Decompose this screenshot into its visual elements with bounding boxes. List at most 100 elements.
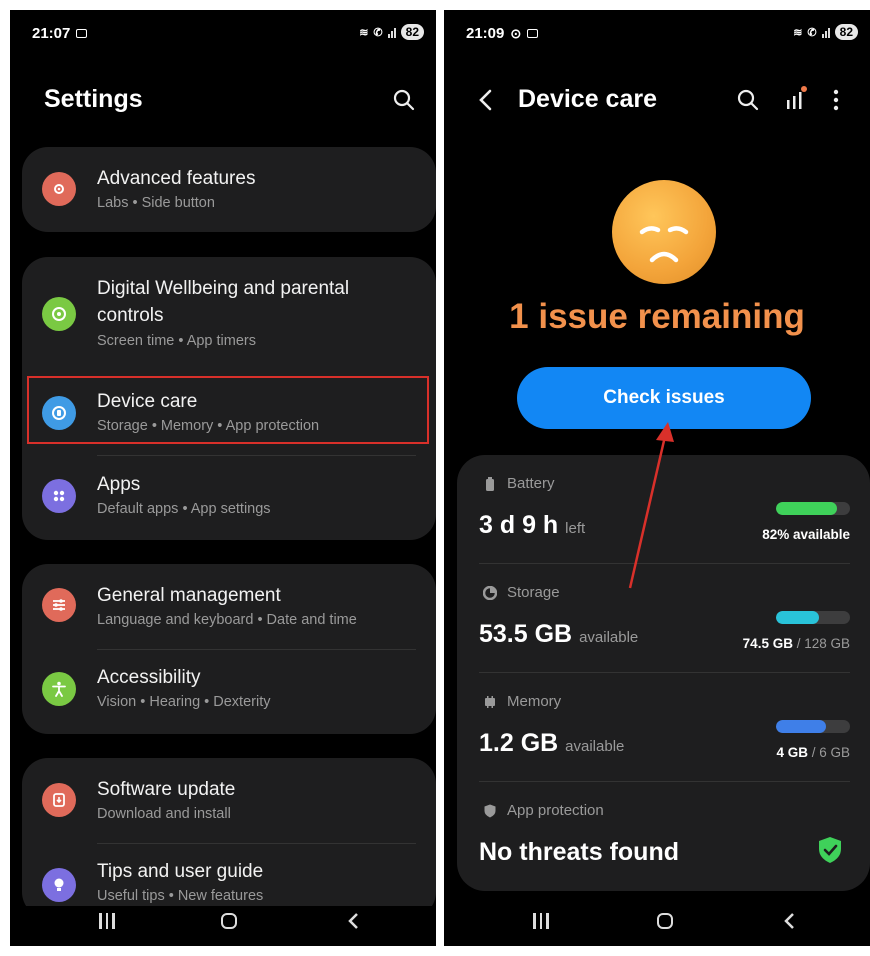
device-care-summary-card: Battery 3 d 9 h left 82% available Stora… [457, 455, 870, 891]
general-management-icon [42, 588, 76, 622]
storage-bar-fill [776, 611, 819, 624]
section-label: Storage [507, 584, 560, 601]
status-bar: 21:09 ⊙ ≋ ✆ 82 [444, 10, 870, 56]
settings-group: Advanced features Labs • Side button [22, 147, 436, 232]
storage-note: 74.5 GB / 128 GB [743, 636, 850, 651]
settings-item-general-management[interactable]: General management Language and keyboard… [22, 564, 436, 648]
note-strong: 82% available [762, 527, 850, 542]
battery-icon [486, 477, 494, 491]
note-strong: 74.5 GB [742, 636, 793, 651]
item-title: Advanced features [97, 168, 256, 189]
section-label: Battery [507, 475, 555, 492]
back-arrow-icon[interactable] [478, 88, 494, 112]
unit: available [579, 629, 639, 646]
divider [97, 455, 416, 456]
sad-face-icon [612, 180, 716, 284]
settings-item-accessibility[interactable]: Accessibility Vision • Hearing • Dexteri… [22, 650, 436, 734]
settings-item-digital-wellbeing[interactable]: Digital Wellbeing and parental controls … [22, 257, 436, 367]
accessibility-icon [42, 672, 76, 706]
status-time: 21:07 [32, 25, 71, 42]
item-title: Apps [97, 474, 141, 495]
settings-group: Software update Download and install Tip… [22, 758, 436, 918]
wifi-icon: ≋ [793, 26, 803, 39]
item-subtitle: Vision • Hearing • Dexterity [97, 694, 271, 710]
highlight-box [27, 376, 429, 444]
search-icon[interactable] [392, 88, 416, 112]
home-button[interactable] [650, 906, 680, 936]
section-label: Memory [507, 693, 562, 710]
call-icon: ✆ [373, 26, 383, 39]
page-title: Device care [518, 85, 658, 113]
settings-item-apps[interactable]: Apps Default apps • App settings [22, 457, 436, 537]
recent-apps-button[interactable] [526, 906, 556, 936]
item-title: Software update [97, 779, 236, 800]
item-title: General management [97, 585, 281, 606]
storage-section[interactable]: Storage 53.5 GB available 74.5 GB / 128 … [457, 564, 870, 673]
search-icon[interactable] [736, 88, 760, 112]
value: 53.5 GB [479, 620, 573, 648]
software-update-icon [42, 783, 76, 817]
battery-level: 82 [834, 24, 858, 40]
more-options-icon[interactable] [832, 88, 840, 112]
settings-screen: 21:07 ≋ ✆ 82 Settings Advanced features … [10, 10, 436, 946]
issue-status-text: 1 issue remaining [509, 297, 805, 336]
unit: available [565, 738, 625, 755]
settings-group: General management Language and keyboard… [22, 564, 436, 734]
navigation-bar [10, 896, 436, 946]
item-title: Digital Wellbeing and parental controls [97, 278, 350, 326]
recent-apps-button[interactable] [92, 906, 122, 936]
section-label: App protection [507, 802, 604, 819]
shield-icon [484, 804, 496, 818]
device-care-screen: 21:09 ⊙ ≋ ✆ 82 Device care 1 issue remain… [444, 10, 870, 946]
storage-available: 53.5 GB available [479, 620, 638, 649]
settings-item-software-update[interactable]: Software update Download and install [22, 758, 436, 842]
status-bar: 21:07 ≋ ✆ 82 [10, 10, 436, 56]
signal-icon [387, 27, 396, 38]
check-issues-button[interactable]: Check issues [517, 367, 811, 429]
battery-note: 82% available [762, 527, 850, 542]
back-button[interactable] [338, 906, 368, 936]
battery-remaining: 3 d 9 h left [479, 511, 585, 540]
note-dim: / 6 GB [807, 745, 850, 760]
item-title: Accessibility [97, 667, 201, 688]
battery-bar [776, 502, 850, 515]
unit: left [565, 520, 586, 537]
memory-section[interactable]: Memory 1.2 GB available 4 GB / 6 GB [457, 673, 870, 782]
home-button[interactable] [214, 906, 244, 936]
memory-available: 1.2 GB available [479, 729, 624, 758]
battery-section[interactable]: Battery 3 d 9 h left 82% available [457, 455, 870, 564]
battery-bar-fill [776, 502, 837, 515]
screenshot-notification-icon: ⊙ [510, 25, 522, 41]
wifi-icon: ≋ [359, 26, 369, 39]
note-dim: / 128 GB [792, 636, 850, 651]
navigation-bar [444, 896, 870, 946]
memory-bar [776, 720, 850, 733]
storage-bar [776, 611, 850, 624]
item-subtitle: Download and install [97, 806, 231, 822]
note-strong: 4 GB [776, 745, 808, 760]
item-title: Tips and user guide [97, 861, 264, 882]
diagnostics-icon[interactable] [784, 84, 810, 112]
apps-icon [42, 479, 76, 513]
back-button[interactable] [774, 906, 804, 936]
memory-note: 4 GB / 6 GB [776, 745, 850, 760]
page-title: Settings [44, 85, 143, 113]
call-icon: ✆ [807, 26, 817, 39]
item-subtitle: Default apps • App settings [97, 501, 271, 517]
shield-check-icon [819, 837, 841, 863]
item-subtitle: Labs • Side button [97, 195, 215, 211]
battery-level: 82 [400, 24, 424, 40]
gallery-notification-icon [76, 29, 88, 38]
value: 1.2 GB [479, 729, 559, 757]
settings-item-advanced-features[interactable]: Advanced features Labs • Side button [22, 147, 436, 232]
memory-bar-fill [776, 720, 826, 733]
app-protection-section[interactable]: App protection No threats found [457, 782, 870, 891]
advanced-features-icon [42, 172, 76, 206]
status-time: 21:09 [466, 25, 505, 42]
signal-icon [821, 27, 830, 38]
value: 3 d 9 h [479, 511, 559, 539]
protection-status: No threats found [479, 838, 679, 866]
memory-icon [485, 696, 495, 708]
item-subtitle: Screen time • App timers [97, 333, 256, 349]
gallery-notification-icon [527, 29, 539, 38]
